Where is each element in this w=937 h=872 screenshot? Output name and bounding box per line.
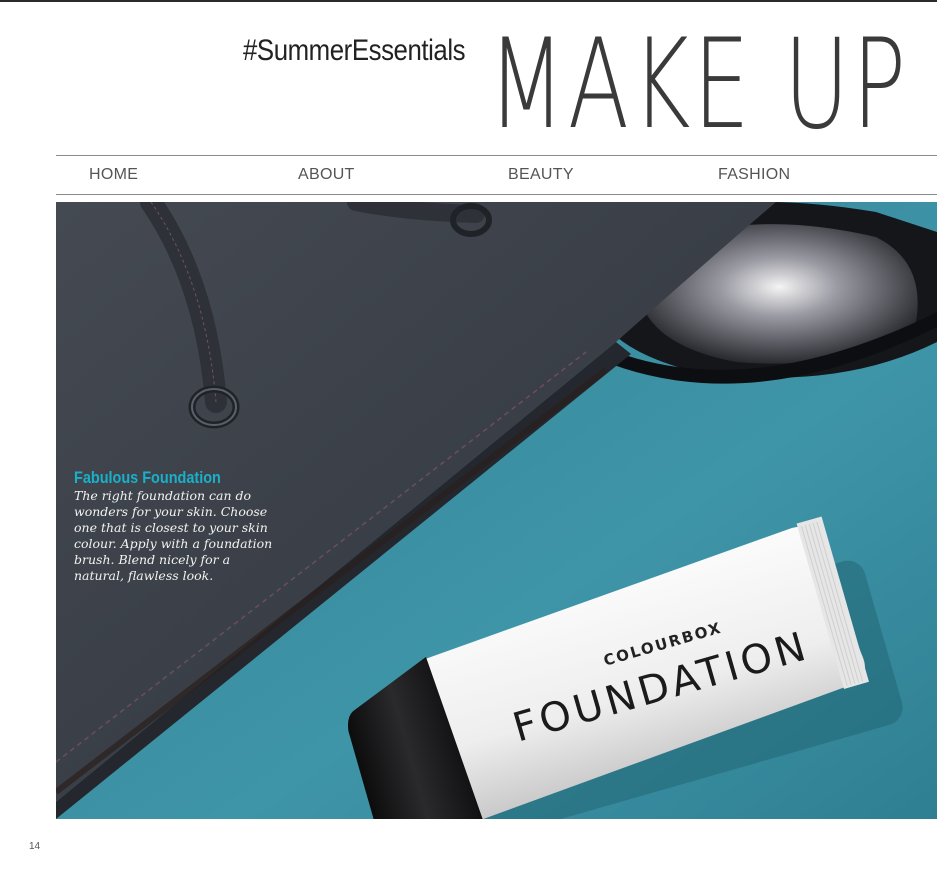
- page-number: 14: [29, 841, 41, 852]
- nav-item-about[interactable]: ABOUT: [298, 166, 355, 184]
- hashtag: #SummerEssentials: [243, 34, 466, 67]
- hero-photo: COLOURBOX FOUNDATION Fabulous Foundation…: [56, 202, 937, 819]
- feature-body: The right foundation can do wonders for …: [74, 488, 273, 583]
- top-rule: [0, 0, 937, 2]
- page-title: MAKE UP: [488, 13, 909, 157]
- feature-caption: Fabulous Foundation The right foundation…: [74, 468, 274, 584]
- nav-item-fashion[interactable]: FASHION: [718, 166, 790, 184]
- main-nav: HOME ABOUT BEAUTY FASHION: [56, 156, 937, 194]
- nav-divider-bottom: [56, 194, 937, 195]
- feature-title: Fabulous Foundation: [74, 468, 221, 487]
- nav-item-beauty[interactable]: BEAUTY: [508, 166, 574, 184]
- nav-item-home[interactable]: HOME: [89, 166, 138, 184]
